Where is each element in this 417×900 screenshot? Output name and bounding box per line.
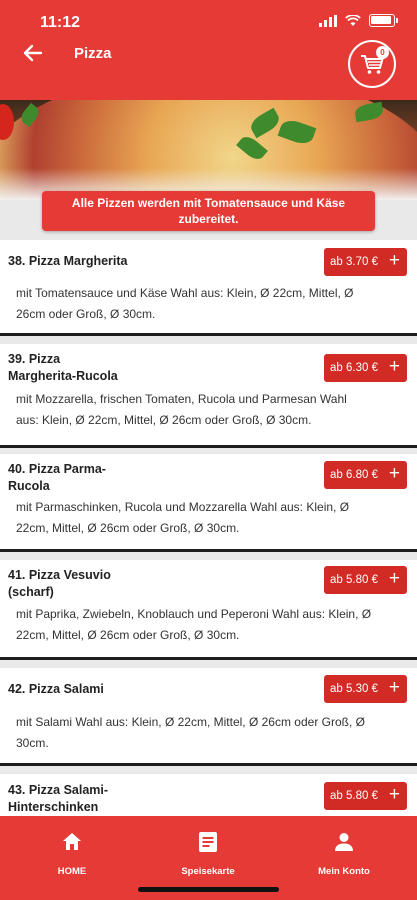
battery-icon (369, 14, 398, 27)
add-to-cart-button[interactable]: ab 5.30 € + (324, 675, 407, 703)
list-item[interactable]: 38. Pizza Margherita ab 3.70 € + mit Tom… (0, 240, 417, 336)
nav-menu-label: Speisekarte (181, 866, 235, 877)
cart-button[interactable]: 0 (348, 40, 396, 88)
item-description: mit Salami Wahl aus: Klein, Ø 22cm, Mitt… (16, 715, 365, 750)
nav-account[interactable]: Mein Konto (294, 830, 394, 877)
nav-account-label: Mein Konto (318, 866, 370, 877)
item-price: ab 3.70 € (330, 256, 378, 268)
list-item[interactable]: 40. Pizza Parma- Rucola ab 6.80 € + mit P… (0, 454, 417, 552)
item-name: 38. Pizza Margherita (8, 254, 128, 268)
item-price: ab 6.30 € (330, 362, 378, 374)
plus-icon: + (388, 677, 400, 698)
item-description: mit Paprika, Zwiebeln, Knoblauch und Pep… (16, 607, 372, 642)
banner-text-line1: Alle Pizzen werden mit Tomatensauce und … (71, 196, 346, 210)
plus-icon: + (388, 784, 400, 805)
item-price: ab 6.80 € (330, 469, 378, 481)
home-icon (63, 833, 81, 850)
nav-menu[interactable]: Speisekarte (158, 830, 258, 877)
page-title: Pizza (74, 45, 112, 62)
pizza-hero-image (0, 100, 417, 200)
item-description: mit Mozzarella, frischen Tomaten, Rucola… (16, 392, 347, 427)
cart-count-badge: 0 (376, 46, 389, 59)
signal-icon (319, 14, 337, 27)
plus-icon: + (388, 356, 400, 377)
add-to-cart-button[interactable]: ab 6.80 € + (324, 461, 407, 489)
item-name: 40. Pizza Parma- Rucola (8, 462, 106, 493)
menu-card-icon (199, 832, 217, 852)
plus-icon: + (388, 568, 400, 589)
home-indicator (138, 887, 279, 892)
add-to-cart-button[interactable]: ab 5.80 € + (324, 782, 407, 810)
item-description: mit Parmaschinken, Rucola und Mozzarella… (16, 500, 350, 535)
add-to-cart-button[interactable]: ab 6.30 € + (324, 354, 407, 382)
list-item[interactable]: 39. Pizza Margherita-Rucola ab 6.30 € + m… (0, 344, 417, 448)
item-name: 39. Pizza Margherita-Rucola (8, 352, 118, 383)
status-time: 11:12 (40, 14, 81, 31)
list-item[interactable]: 42. Pizza Salami ab 5.30 € + mit Salami … (0, 668, 417, 766)
banner-text-line2: zubereitet. (178, 212, 239, 226)
plus-icon: + (388, 250, 400, 271)
plus-icon: + (388, 463, 400, 484)
item-description: mit Tomatensauce und Käse Wahl aus: Klei… (16, 286, 354, 321)
add-to-cart-button[interactable]: ab 3.70 € + (324, 248, 407, 276)
wifi-icon (345, 14, 361, 26)
nav-home[interactable]: HOME (22, 830, 122, 877)
item-price: ab 5.80 € (330, 574, 378, 586)
arrow-left-icon (23, 44, 43, 62)
item-name: 42. Pizza Salami (8, 682, 104, 696)
item-name: 43. Pizza Salami- Hinterschinken (8, 783, 109, 814)
back-button[interactable] (20, 40, 46, 66)
item-price: ab 5.30 € (330, 683, 378, 695)
list-item[interactable]: 41. Pizza Vesuvio (scharf) ab 5.80 € + mi… (0, 560, 417, 660)
item-price: ab 5.80 € (330, 790, 378, 802)
app-header: 11:12 Pizza 0 (0, 0, 417, 100)
info-banner: Alle Pizzen werden mit Tomatensauce und … (42, 191, 375, 231)
add-to-cart-button[interactable]: ab 5.80 € + (324, 566, 407, 594)
item-name: 41. Pizza Vesuvio (scharf) (8, 568, 111, 599)
status-icons (319, 14, 398, 27)
person-icon (335, 833, 353, 851)
nav-home-label: HOME (57, 866, 87, 877)
